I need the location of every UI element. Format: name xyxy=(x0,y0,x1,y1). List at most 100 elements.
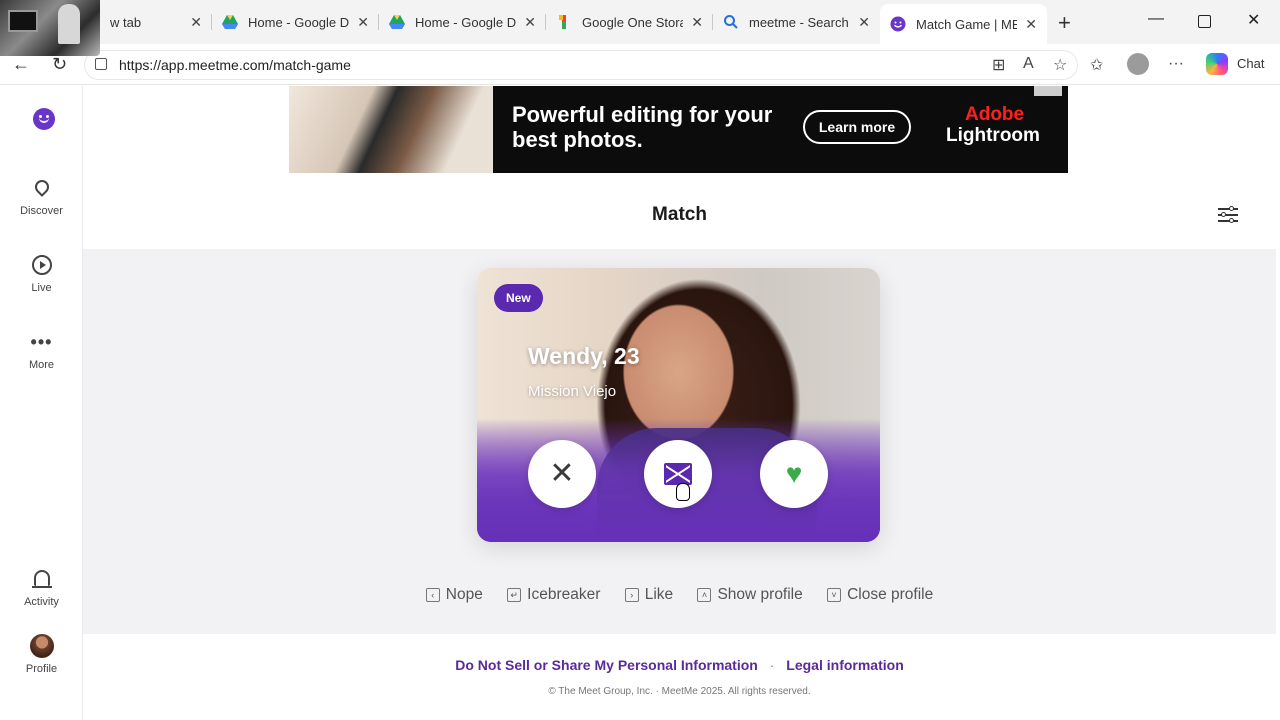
google-drive-icon xyxy=(389,15,405,29)
browser-profile-avatar[interactable] xyxy=(1127,53,1149,75)
tab-title: Match Game | MEE xyxy=(916,16,1018,32)
privacy-choices-link[interactable]: Do Not Sell or Share My Personal Informa… xyxy=(455,657,758,673)
profile-name-age: Wendy, 23 xyxy=(528,343,640,369)
tab-title: w tab xyxy=(110,14,142,30)
filter-settings-icon[interactable] xyxy=(1218,206,1238,224)
ad-learn-more-button[interactable]: Learn more xyxy=(803,110,911,144)
footer-separator: · xyxy=(769,657,775,673)
arrow-left-key-icon: ‹ xyxy=(425,588,440,602)
sidebar-item-activity[interactable]: Activity xyxy=(0,567,83,608)
ad-banner[interactable]: Powerful editing for your best photos. L… xyxy=(289,86,1068,173)
settings-more-icon[interactable]: ··· xyxy=(1168,55,1184,73)
shortcut-label: Icebreaker xyxy=(527,586,601,603)
sidebar-item-label: Live xyxy=(31,282,52,294)
page-title: Match xyxy=(652,204,707,225)
new-tab-button[interactable]: + xyxy=(1058,10,1071,36)
app-available-icon[interactable]: ⊞ xyxy=(992,55,1005,75)
ad-headline: Powerful editing for your best photos. xyxy=(512,102,773,152)
sidebar-item-more[interactable]: ••• More xyxy=(0,330,83,371)
shortcut-label: Like xyxy=(644,586,674,603)
back-icon[interactable]: ← xyxy=(12,54,30,75)
favorites-icon[interactable]: ✩ xyxy=(1090,55,1103,75)
url-text: https://app.meetme.com/match-game xyxy=(119,57,351,73)
tab-new-tab[interactable]: w tab ✕ xyxy=(100,6,212,38)
arrow-right-key-icon: › xyxy=(624,588,639,602)
close-tab-icon[interactable]: ✕ xyxy=(858,14,870,31)
google-one-icon xyxy=(559,15,566,29)
webcam-overlay-thumbnail xyxy=(0,0,100,56)
meetme-logo[interactable] xyxy=(33,108,55,130)
close-tab-icon[interactable]: ✕ xyxy=(524,14,536,31)
sidebar-item-label: Activity xyxy=(24,596,59,608)
tab-match-game[interactable]: Match Game | MEE ✕ xyxy=(880,4,1047,44)
ad-brand-bottom: Lightroom xyxy=(946,125,1040,146)
close-tab-icon[interactable]: ✕ xyxy=(1025,16,1037,33)
ad-choices-icon[interactable] xyxy=(1034,86,1062,96)
play-circle-icon xyxy=(0,253,83,277)
minimize-icon[interactable]: — xyxy=(1148,10,1164,28)
shortcut-like[interactable]: › Like xyxy=(624,586,674,604)
avatar xyxy=(0,634,83,658)
google-drive-icon xyxy=(222,15,238,29)
profile-location: Mission Viejo xyxy=(528,383,617,400)
address-bar[interactable]: https://app.meetme.com/match-game xyxy=(84,50,1078,80)
tab-google-drive-1[interactable]: Home - Google Dr ✕ xyxy=(212,6,379,38)
tab-title: Home - Google Dr xyxy=(248,14,350,30)
maximize-icon[interactable] xyxy=(1198,15,1211,28)
match-profile-card[interactable]: New Wendy, 23 Mission Viejo ✕ ♥ xyxy=(477,268,880,542)
shortcut-label: Close profile xyxy=(847,586,934,603)
copyright-text: © The Meet Group, Inc. · MeetMe 2025. Al… xyxy=(548,686,811,697)
bell-icon xyxy=(0,567,83,591)
ad-photo xyxy=(289,86,493,173)
tab-title: Home - Google Dr xyxy=(415,14,517,30)
envelope-icon xyxy=(664,463,692,485)
sidebar-item-discover[interactable]: Discover xyxy=(0,176,83,217)
close-x-icon: ✕ xyxy=(549,457,575,490)
shortcut-close-profile[interactable]: ˅ Close profile xyxy=(827,586,933,604)
hand-cursor-icon xyxy=(676,483,690,501)
shortcut-label: Show profile xyxy=(717,586,803,603)
shortcut-label: Nope xyxy=(445,586,483,603)
tab-title: Google One Storag xyxy=(582,14,684,30)
tab-title: meetme - Search xyxy=(749,14,849,30)
tab-google-one[interactable]: Google One Storag ✕ xyxy=(546,6,713,38)
tab-meetme-search[interactable]: meetme - Search ✕ xyxy=(713,6,880,38)
meetme-icon xyxy=(890,16,906,32)
sidebar-item-label: Discover xyxy=(20,205,63,217)
copilot-icon[interactable] xyxy=(1206,53,1228,75)
keyboard-shortcuts-bar: ‹ Nope ↵ Icebreaker › Like ˄ Show profile ˅ C… xyxy=(83,585,1276,604)
match-stage: New Wendy, 23 Mission Viejo ✕ ♥ ‹ Nope ↵ I… xyxy=(83,249,1276,634)
close-tab-icon[interactable]: ✕ xyxy=(691,14,703,31)
heart-icon: ♥ xyxy=(785,458,803,489)
sidebar-item-label: Profile xyxy=(25,663,58,675)
search-icon xyxy=(724,15,738,29)
shortcut-icebreaker[interactable]: ↵ Icebreaker xyxy=(507,586,600,604)
new-badge: New xyxy=(494,284,543,312)
sidebar-item-label: More xyxy=(28,359,55,371)
legal-information-link[interactable]: Legal information xyxy=(786,657,903,673)
tab-google-drive-2[interactable]: Home - Google Dr ✕ xyxy=(379,6,546,38)
main-content: Powerful editing for your best photos. L… xyxy=(83,86,1276,720)
sidebar-item-live[interactable]: Live xyxy=(0,253,83,294)
sidebar-item-profile[interactable]: Profile xyxy=(0,634,83,675)
arrow-up-key-icon: ˄ xyxy=(697,588,712,602)
shortcut-show-profile[interactable]: ˄ Show profile xyxy=(697,586,803,604)
nope-button[interactable]: ✕ xyxy=(528,440,596,508)
close-tab-icon[interactable]: ✕ xyxy=(357,14,369,31)
refresh-icon[interactable]: ↻ xyxy=(52,54,67,75)
arrow-down-key-icon: ˅ xyxy=(827,588,842,602)
close-tab-icon[interactable]: ✕ xyxy=(190,14,202,31)
ad-brand-top: Adobe xyxy=(965,104,1025,125)
chat-button-label[interactable]: Chat xyxy=(1237,56,1264,71)
like-button[interactable]: ♥ xyxy=(760,440,828,508)
favorite-star-icon[interactable]: ☆ xyxy=(1053,55,1067,75)
sidebar: Discover Live ••• More Activity Profile xyxy=(0,86,83,720)
site-info-icon[interactable] xyxy=(95,58,107,70)
enter-key-icon: ↵ xyxy=(507,588,522,602)
shortcut-nope[interactable]: ‹ Nope xyxy=(425,586,483,604)
close-window-icon[interactable]: ✕ xyxy=(1247,10,1260,30)
read-aloud-icon[interactable]: A xyxy=(1023,55,1034,73)
more-dots-icon: ••• xyxy=(30,332,53,352)
footer-links: Do Not Sell or Share My Personal Informa… xyxy=(83,657,1276,673)
location-pin-icon xyxy=(0,176,83,200)
